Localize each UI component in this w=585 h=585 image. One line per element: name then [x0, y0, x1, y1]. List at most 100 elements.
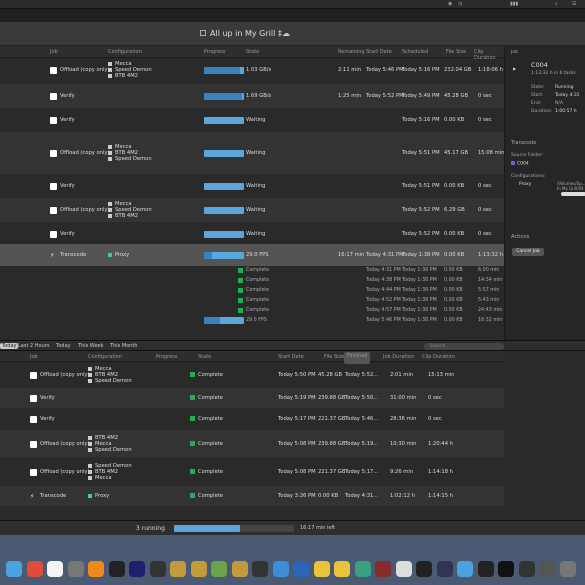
- subtask-scheduled: Today 1:38 PM: [402, 308, 437, 313]
- check-icon: [238, 278, 243, 283]
- chrome-icon[interactable]: [26, 561, 43, 577]
- config-icon: [88, 367, 92, 371]
- file-size: 0.00 KB: [444, 117, 465, 123]
- app-icon[interactable]: [293, 561, 309, 577]
- app-icon[interactable]: [375, 561, 391, 577]
- job-duration: 9:26 min: [390, 469, 414, 475]
- subtask-row[interactable]: 29.0 FPS Today 5:46 PM Today 1:38 PM 0.00 K…: [0, 316, 504, 325]
- app-icon[interactable]: [416, 561, 432, 577]
- subtask-start: Today 4:44 PM: [366, 288, 401, 293]
- cloud-icon[interactable]: ☁: [282, 29, 290, 38]
- calendar-icon[interactable]: [47, 561, 63, 577]
- history-row[interactable]: ⚡ Transcode Proxy Complete Today 3:26 PM 0.00…: [0, 486, 504, 506]
- subtask-row[interactable]: Complete Today 4:38 PM Today 1:38 PM 0.00 K…: [0, 276, 504, 285]
- history-row[interactable]: Offload (copy only) Speed Demon BTB 4M2 Mec…: [0, 458, 504, 485]
- status-bar: 3 running 16:17 min left: [0, 520, 585, 535]
- project-checkbox[interactable]: [200, 30, 206, 36]
- box-icon[interactable]: [211, 561, 227, 577]
- app-icon[interactable]: [395, 561, 412, 577]
- app-icon[interactable]: [313, 561, 330, 577]
- progress-fill: [204, 67, 240, 74]
- queue-row[interactable]: Verify Waiting Today 5:51 PM 0.00 KB 0 sec: [0, 174, 504, 198]
- tab-today[interactable]: Today: [56, 343, 70, 349]
- app-icon[interactable]: [539, 561, 555, 577]
- file-size: 45.28 GB: [444, 93, 469, 99]
- subtask-state: Complete: [246, 288, 270, 293]
- queue-row[interactable]: Offload (copy only) Mecca BTB 4M2 Speed Dem…: [0, 132, 504, 174]
- search-input[interactable]: Search: [424, 343, 504, 350]
- cancel-job-button[interactable]: Cancel Job: [512, 248, 544, 256]
- queue-header: Job Configuration Progress State Remaini…: [0, 46, 504, 61]
- app-icon[interactable]: [252, 561, 268, 577]
- tab-last-2-hours[interactable]: Last 2 Hours: [18, 343, 49, 349]
- tab-this-month[interactable]: This Month: [110, 343, 137, 349]
- config-name: Proxy: [519, 182, 532, 187]
- app-icon[interactable]: [477, 561, 494, 577]
- queue-row[interactable]: Verify 1.69 GB/s 1:25 min Today 5:52 PM Toda…: [0, 84, 504, 108]
- window-title[interactable]: All up in My Grill ‡: [210, 29, 282, 38]
- queue-row[interactable]: ⚡ Transcode Proxy 29.0 FPS 16:17 min Today 4:…: [0, 244, 504, 266]
- job-state: Waiting: [246, 231, 266, 237]
- box-icon[interactable]: [190, 561, 207, 577]
- config-icon: [108, 202, 112, 206]
- clock-icon[interactable]: ◷: [458, 1, 462, 7]
- scheduled-date: Today 5:51 PM: [402, 183, 440, 189]
- box-icon[interactable]: [170, 561, 186, 577]
- history-row[interactable]: Verify Complete Today 5:19 PM 239.88 GB Toda…: [0, 388, 504, 408]
- vlc-icon[interactable]: [88, 561, 104, 577]
- battery-icon[interactable]: ▮▮▮: [510, 1, 518, 7]
- queue-row[interactable]: Offload (copy only) Mecca Speed Demon BTB 4…: [0, 198, 504, 222]
- subtask-row[interactable]: Complete Today 4:44 PM Today 1:38 PM 0.00 K…: [0, 286, 504, 295]
- subtask-row[interactable]: Complete Today 4:52 PM Today 1:38 PM 0.00 K…: [0, 296, 504, 305]
- terminal-icon[interactable]: [498, 561, 514, 577]
- history-row[interactable]: Offload (copy only) Mecca BTB 4M2 Speed Dem…: [0, 363, 504, 387]
- file-size: 232.04 GB: [444, 67, 472, 73]
- settings-icon[interactable]: [67, 561, 84, 577]
- wifi-icon[interactable]: ◉: [448, 1, 452, 7]
- app-icon[interactable]: [354, 561, 371, 577]
- subtask-row[interactable]: Complete Today 4:57 PM Today 1:38 PM 0.00 K…: [0, 306, 504, 315]
- source-folder[interactable]: C004: [511, 161, 529, 167]
- check-icon: [238, 268, 243, 273]
- duration-value: 1:00:57 h: [555, 109, 577, 114]
- menu-bar: ◉ ◷ ▮▮▮ ⌕ ☰: [0, 0, 585, 9]
- queue-row[interactable]: Verify Waiting Today 5:52 PM 0.00 KB 0 sec: [0, 222, 504, 246]
- start-label: Start:: [531, 93, 544, 98]
- scheduled-date: Today 5:52 PM: [402, 207, 440, 213]
- queue-row[interactable]: Offload (copy only) Mecca Speed Demon BTB 4…: [0, 58, 504, 82]
- config-icon: [108, 208, 112, 212]
- finder-icon[interactable]: [6, 561, 22, 577]
- premiere-icon[interactable]: [129, 561, 145, 577]
- app-icon[interactable]: [436, 561, 453, 577]
- list-icon[interactable]: ☰: [572, 1, 576, 7]
- app-icon[interactable]: [457, 561, 473, 577]
- start-date: Today 5:08 PM: [278, 441, 316, 447]
- job-state: Complete: [198, 416, 224, 422]
- box-icon[interactable]: [231, 561, 248, 577]
- app-window: All up in My Grill ‡ ☁ Job Configuration…: [0, 22, 585, 535]
- section-transcode: Transcode: [511, 140, 537, 146]
- tab-today-selected[interactable]: Today: [0, 343, 19, 349]
- media-icon[interactable]: [108, 561, 125, 577]
- file-size: 0.00 KB: [444, 252, 465, 258]
- resolve-icon[interactable]: [149, 561, 166, 577]
- monitor-icon[interactable]: [518, 561, 535, 577]
- tab-this-week[interactable]: This Week: [78, 343, 104, 349]
- app-icon[interactable]: [334, 561, 350, 577]
- history-row[interactable]: Verify Complete Today 5:17 PM 221.37 GB Toda…: [0, 409, 504, 429]
- subtask-row[interactable]: Complete Today 4:31 PM Today 1:38 PM 0.00 K…: [0, 266, 504, 275]
- scheduled-date: Today 5:52 PM: [402, 231, 440, 237]
- subtask-size: 0.00 KB: [444, 268, 463, 273]
- history-row[interactable]: Offload (copy only) BTB 4M2 Mecca Speed Dem…: [0, 430, 504, 457]
- config-icon: [88, 373, 92, 377]
- job-icon: [50, 67, 57, 74]
- check-icon: [190, 469, 195, 474]
- app-icon[interactable]: [272, 561, 289, 577]
- search-icon[interactable]: ⌕: [555, 1, 558, 7]
- trash-icon[interactable]: [559, 561, 576, 577]
- job-state: Complete: [198, 469, 224, 475]
- total-progress-bar: [174, 525, 294, 532]
- progress-bar: [204, 252, 244, 259]
- queue-row[interactable]: Verify Waiting Today 5:16 PM 0.00 KB 0 sec: [0, 108, 504, 132]
- job-name: Offload (copy only): [40, 469, 90, 475]
